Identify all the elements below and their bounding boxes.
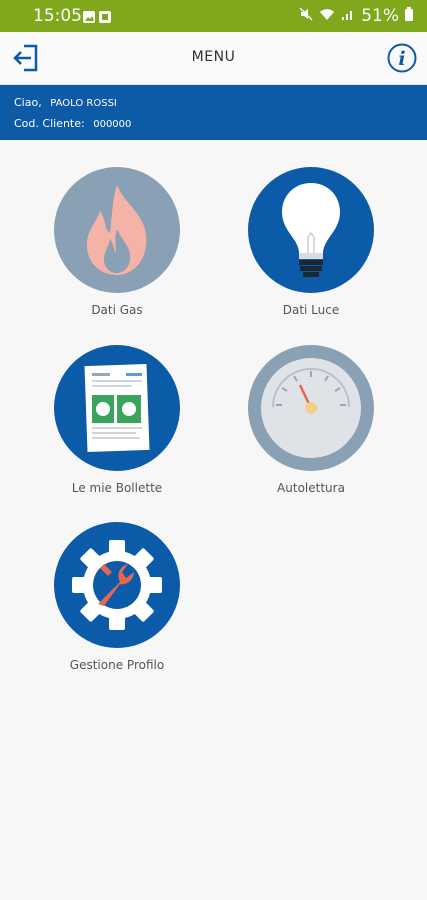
menu-item-label: Gestione Profilo xyxy=(69,658,165,672)
menu-item-self-reading[interactable]: Autolettura xyxy=(231,345,391,495)
page-title: MENU xyxy=(191,49,236,65)
status-time: 15:05 xyxy=(33,6,82,26)
menu-item-label: Le mie Bollette xyxy=(71,481,163,495)
status-indicators: 51% xyxy=(299,6,413,26)
svg-text:i: i xyxy=(398,48,405,70)
menu-item-profile[interactable]: Gestione Profilo xyxy=(37,522,197,672)
signal-icon xyxy=(341,6,355,26)
menu-item-label: Dati Gas xyxy=(91,303,143,317)
menu-item-electricity[interactable]: Dati Luce xyxy=(231,167,391,317)
customer-code-label: Cod. Cliente: xyxy=(14,117,85,130)
flame-icon xyxy=(54,167,180,293)
bill-document-icon xyxy=(54,345,180,471)
gallery-icon xyxy=(82,9,96,23)
light-bulb-icon xyxy=(248,167,374,293)
menu-item-label: Autolettura xyxy=(277,481,345,495)
menu-item-bills[interactable]: Le mie Bollette xyxy=(37,345,197,495)
gear-wrench-icon xyxy=(54,522,180,648)
customer-code-value: 000000 xyxy=(93,119,132,130)
app-bar: MENU i xyxy=(0,32,427,85)
battery-icon xyxy=(405,6,413,26)
info-icon[interactable]: i xyxy=(387,43,417,73)
mute-icon xyxy=(299,6,313,26)
battery-level: 51% xyxy=(361,6,399,26)
greeting-line: Ciao, PAOLO ROSSI xyxy=(14,96,117,109)
customer-code-line: Cod. Cliente: 000000 xyxy=(14,117,131,130)
app-notification-icon xyxy=(98,9,112,23)
user-banner: Ciao, PAOLO ROSSI Cod. Cliente: 000000 xyxy=(0,85,427,140)
status-bar: 15:05 51% xyxy=(0,0,427,32)
menu-item-label: Dati Luce xyxy=(282,303,340,317)
user-name: PAOLO ROSSI xyxy=(50,98,117,109)
menu-item-gas[interactable]: Dati Gas xyxy=(37,167,197,317)
greeting-label: Ciao, xyxy=(14,96,42,109)
meter-gauge-icon xyxy=(248,345,374,471)
wifi-icon xyxy=(319,6,335,26)
